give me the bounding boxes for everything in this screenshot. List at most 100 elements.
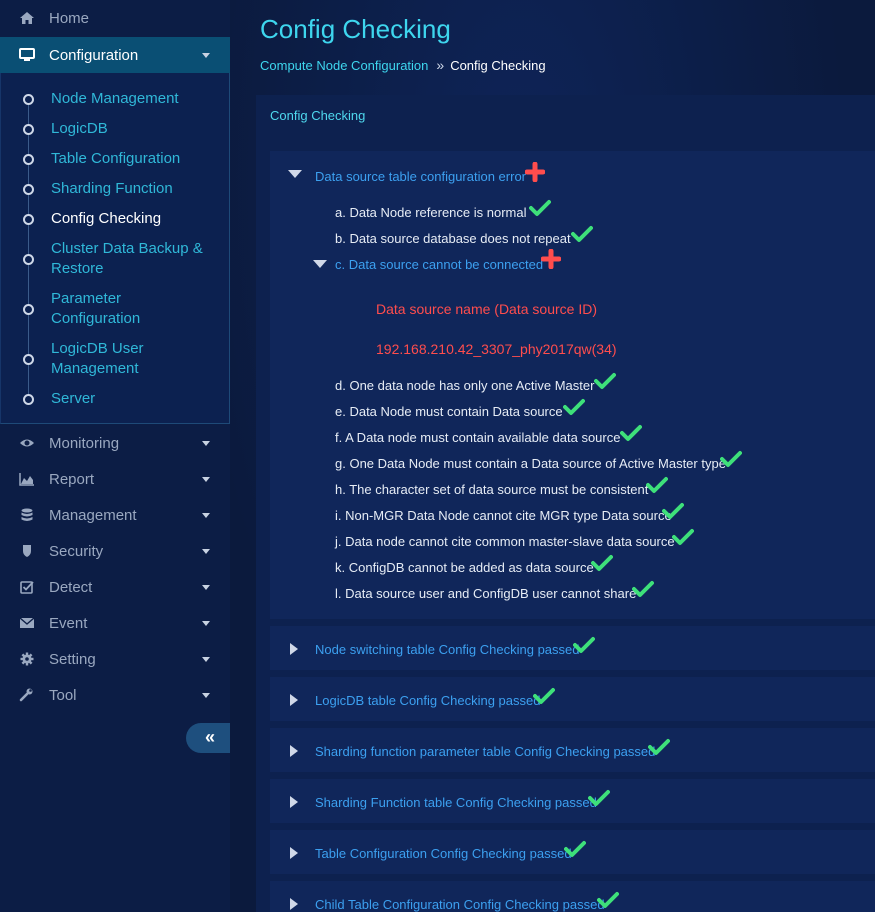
sidebar-collapse-button[interactable]: « [186,723,230,753]
chevron-down-icon [202,585,210,590]
check-icon [672,529,694,545]
nav-configuration[interactable]: Configuration [0,37,230,73]
check-icon [648,739,670,755]
nav-tool-label: Tool [49,686,77,704]
nav-report[interactable]: Report [0,461,230,497]
main-content: Config Checking Compute Node Configurati… [230,0,875,912]
section-data-source: Data source table configuration error a.… [270,151,875,619]
section-title: Sharding Function table Config Checking … [315,795,597,810]
nav-monitoring[interactable]: Monitoring [0,425,230,461]
caret-right-icon [290,847,298,859]
nav-event[interactable]: Event [0,605,230,641]
check-icon [597,892,619,908]
shield-icon [23,545,31,557]
caret-right-icon [290,898,298,910]
check-item: b. Data source database does not repeat [335,231,571,246]
bullet-icon [23,304,34,315]
nav-report-label: Report [49,470,95,488]
checkbox-icon [20,581,34,594]
chevron-down-icon [202,513,210,518]
check-item: f. A Data node must contain available da… [335,430,621,445]
check-item: h. The character set of data source must… [335,482,649,497]
check-item: l. Data source user and ConfigDB user ca… [335,586,637,601]
check-icon [646,477,668,493]
check-icon [533,688,555,704]
home-icon [20,12,34,24]
section-sharding-function[interactable]: Sharding Function table Config Checking … [270,779,875,823]
section-title: Table Configuration Config Checking pass… [315,846,572,861]
check-item: j. Data node cannot cite common master-s… [335,534,675,549]
section-table-configuration[interactable]: Table Configuration Config Checking pass… [270,830,875,874]
bullet-icon [23,254,34,265]
double-chevron-left-icon: « [204,727,215,747]
caret-right-icon [290,694,298,706]
monitor-icon [19,48,35,61]
database-icon [21,508,33,521]
section-title: Child Table Configuration Config Checkin… [315,897,605,912]
page-title: Config Checking [260,14,451,44]
check-item-error[interactable]: c. Data source cannot be connected [335,257,543,272]
error-detail-value: 192.168.210.42_3307_phy2017qw(34) [376,341,617,357]
sidebar-item-label: Config Checking [51,210,162,227]
check-item: k. ConfigDB cannot be added as data sour… [335,560,594,575]
sidebar-item-label: LogicDB User Management [51,340,144,377]
eye-icon [20,439,34,447]
chevron-down-icon [202,441,210,446]
chevron-down-icon [202,549,210,554]
check-icon [594,373,616,389]
nav-configuration-label: Configuration [49,46,139,64]
caret-right-icon [290,745,298,757]
nav-security[interactable]: Security [0,533,230,569]
wrench-icon [19,688,33,702]
nav-tool[interactable]: Tool [0,677,230,713]
nav-home[interactable]: Home [0,0,230,36]
error-detail-header: Data source name (Data source ID) [376,301,597,317]
check-icon [529,200,551,216]
breadcrumb-parent-link[interactable]: Compute Node Configuration [260,58,428,73]
breadcrumb-current: Config Checking [450,58,546,73]
section-title: Data source table configuration error [315,169,527,184]
sidebar-item-label: Cluster Data Backup & Restore [51,240,203,277]
section-header[interactable]: Data source table configuration error [270,151,875,197]
nav-detect-label: Detect [49,578,93,596]
caret-right-icon [290,643,298,655]
sidebar-item-label: LogicDB [51,120,108,137]
bullet-icon [23,214,34,225]
nav-management[interactable]: Management [0,497,230,533]
check-icon [564,841,586,857]
check-icon [591,555,613,571]
section-sharding-parameter[interactable]: Sharding function parameter table Config… [270,728,875,772]
nav-detect[interactable]: Detect [0,569,230,605]
section-child-table[interactable]: Child Table Configuration Config Checkin… [270,881,875,912]
caret-right-icon [290,796,298,808]
sidebar-item-label: Sharding Function [51,180,173,197]
nav-setting-label: Setting [49,650,96,668]
nav-management-label: Management [49,506,137,524]
breadcrumb: Compute Node Configuration » Config Checki… [260,57,546,73]
check-icon [573,637,595,653]
caret-down-icon[interactable] [313,260,327,268]
section-logicdb-table[interactable]: LogicDB table Config Checking passed [270,677,875,721]
bullet-icon [23,94,34,105]
nav-setting[interactable]: Setting [0,641,230,677]
nav-security-label: Security [49,542,104,560]
cross-icon [525,162,545,182]
section-title: LogicDB table Config Checking passed [315,693,541,708]
check-icon [620,425,642,441]
envelope-icon [19,617,35,628]
sidebar-item-label: Parameter Configuration [51,290,141,327]
bullet-icon [23,154,34,165]
nav-monitoring-label: Monitoring [49,434,120,452]
area-chart-icon [19,473,34,486]
check-icon [588,790,610,806]
check-item: g. One Data Node must contain a Data sou… [335,456,726,471]
check-item: d. One data node has only one Active Mas… [335,378,595,393]
section-node-switching[interactable]: Node switching table Config Checking pas… [270,626,875,670]
sidebar: Home Configuration Node Management Logic… [0,0,230,912]
check-item: i. Non-MGR Data Node cannot cite MGR typ… [335,508,672,523]
panel-title: Config Checking [270,108,366,123]
sidebar-item-label: Server [51,390,96,407]
bullet-icon [23,124,34,135]
nav-event-label: Event [49,614,88,632]
check-icon [571,226,593,242]
